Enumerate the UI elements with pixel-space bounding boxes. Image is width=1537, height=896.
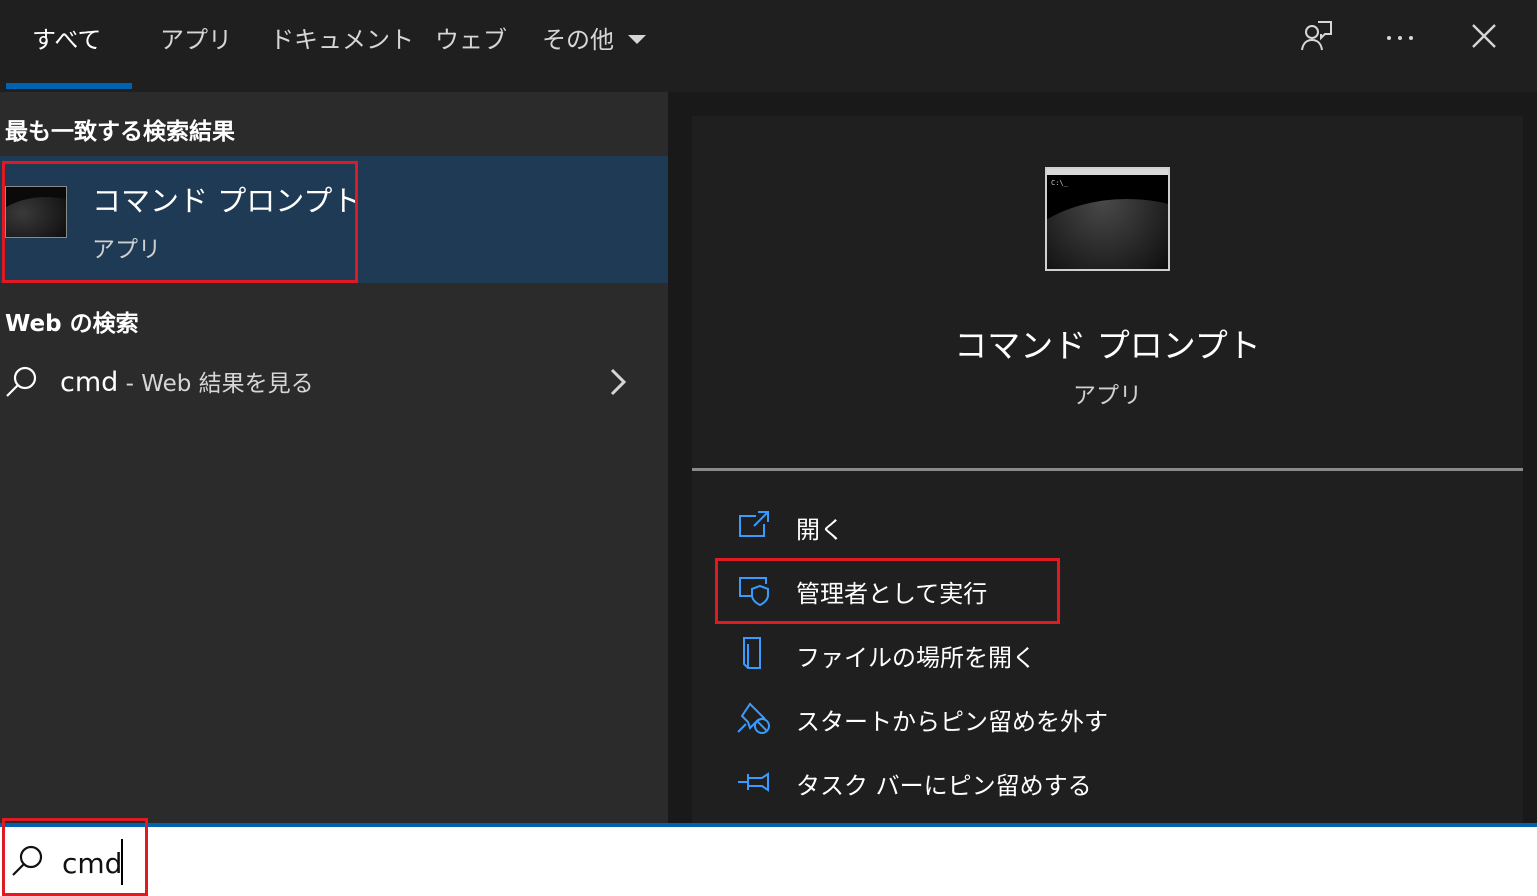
close-icon[interactable]: [1464, 16, 1504, 56]
web-search-result[interactable]: cmd - Web 結果を見る: [0, 348, 668, 412]
search-box: [0, 823, 1537, 896]
action-open-file-location[interactable]: ファイルの場所を開く: [736, 630, 1296, 680]
action-unpin-from-start-label: スタートからピン留めを外す: [796, 708, 1108, 736]
action-open-label: 開く: [796, 516, 844, 544]
web-suffix: - Web 結果を見る: [118, 371, 314, 397]
action-run-as-admin[interactable]: 管理者として実行: [736, 566, 1296, 616]
action-unpin-from-start[interactable]: スタートからピン留めを外す: [736, 694, 1296, 744]
web-search-text: cmd - Web 結果を見る: [60, 364, 314, 398]
tab-more[interactable]: その他: [542, 20, 646, 55]
detail-app-name: コマンド プロンプト: [954, 326, 1261, 365]
best-match-heading: 最も一致する検索結果: [5, 119, 235, 145]
detail-app-type: アプリ: [1073, 383, 1142, 409]
results-panel: 最も一致する検索結果 コマンド プロンプト アプリ Web の検索 cmd - …: [0, 92, 668, 823]
detail-panel: C:\_ コマンド プロンプト アプリ 開く 管理者として実行 ファイルの場所を…: [668, 92, 1537, 823]
unpin-icon: [737, 702, 770, 734]
tab-all[interactable]: すべて: [32, 20, 101, 55]
text-cursor: [121, 839, 123, 885]
tab-web[interactable]: ウェブ: [435, 20, 507, 55]
search-icon: [12, 845, 43, 876]
cmd-app-icon: [5, 186, 67, 238]
web-search-heading: Web の検索: [5, 311, 139, 337]
detail-card: C:\_ コマンド プロンプト アプリ 開く 管理者として実行 ファイルの場所を…: [692, 116, 1523, 823]
more-icon[interactable]: [1380, 16, 1420, 56]
pin-taskbar-icon: [738, 772, 769, 792]
action-open[interactable]: 開く: [736, 502, 1296, 552]
active-tab-indicator: [6, 83, 132, 89]
open-icon: [739, 511, 769, 537]
caret-down-icon: [628, 34, 646, 44]
chevron-right-icon: [610, 368, 627, 396]
tab-apps[interactable]: アプリ: [160, 20, 232, 55]
tab-more-label: その他: [542, 26, 614, 54]
search-icon: [6, 366, 37, 397]
web-query: cmd: [60, 367, 119, 398]
search-filter-bar: すべて アプリ ドキュメント ウェブ その他: [0, 0, 1537, 92]
action-pin-to-taskbar[interactable]: タスク バーにピン留めする: [736, 758, 1296, 808]
best-match-name: コマンド プロンプト: [92, 184, 362, 218]
preview-prompt-text: C:\_: [1051, 179, 1068, 187]
action-pin-to-taskbar-label: タスク バーにピン留めする: [796, 772, 1092, 800]
tab-documents[interactable]: ドキュメント: [270, 20, 414, 55]
admin-shield-icon: [739, 577, 769, 607]
detail-divider: [692, 468, 1523, 471]
action-open-file-location-label: ファイルの場所を開く: [796, 644, 1036, 672]
action-run-as-admin-label: 管理者として実行: [796, 580, 988, 608]
feedback-icon[interactable]: [1296, 16, 1336, 56]
best-match-item[interactable]: コマンド プロンプト アプリ: [0, 156, 668, 283]
best-match-type: アプリ: [92, 237, 161, 263]
file-location-icon: [743, 637, 761, 669]
cmd-preview-icon: C:\_: [1045, 167, 1170, 271]
